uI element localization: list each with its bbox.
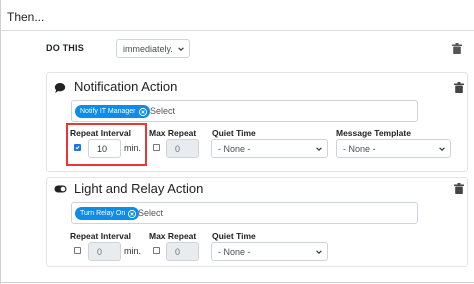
tag-select-placeholder: Select: [138, 208, 164, 218]
quiet-time-value: - None -: [218, 246, 251, 257]
bottom-edge: [0, 282, 474, 283]
light-relay-action-title: Light and Relay Action: [74, 181, 204, 196]
max-repeat-checkbox[interactable]: [153, 247, 160, 254]
chevron-down-icon: [439, 146, 445, 151]
light-relay-action-card: Light and Relay Action Turn Relay On Sel…: [46, 177, 468, 267]
max-repeat-input: 0: [166, 139, 199, 158]
do-this-value: immediately.: [123, 43, 173, 54]
chevron-down-icon: [178, 46, 184, 51]
repeat-interval-label: Repeat Interval: [70, 231, 131, 241]
max-repeat-input: 0: [166, 242, 199, 261]
message-template-value: - None -: [343, 143, 376, 154]
max-repeat-checkbox[interactable]: [153, 144, 160, 151]
relay-select[interactable]: Turn Relay On Select: [71, 202, 418, 224]
remove-tag-icon[interactable]: [138, 107, 147, 116]
message-template-label: Message Template: [336, 128, 411, 138]
comment-icon: [54, 83, 66, 93]
max-repeat-label: Max Repeat: [149, 128, 197, 138]
then-label: Then...: [7, 10, 45, 24]
top-divider: [0, 30, 474, 31]
tag-select-placeholder: Select: [150, 106, 176, 116]
max-repeat-value: 0: [175, 143, 181, 154]
quiet-time-select[interactable]: - None -: [211, 242, 328, 261]
left-edge: [0, 0, 1, 284]
repeat-interval-unit: min.: [124, 246, 142, 256]
chevron-down-icon: [316, 249, 322, 254]
do-this-label: DO THIS: [46, 43, 84, 53]
delete-light-relay-action-trash-icon[interactable]: [454, 183, 464, 194]
notify-it-manager-tag: Notify IT Manager: [75, 105, 150, 118]
message-template-select[interactable]: - None -: [336, 139, 451, 158]
max-repeat-label: Max Repeat: [149, 231, 197, 241]
repeat-interval-checkbox[interactable]: [74, 247, 81, 254]
delete-rule-trash-icon[interactable]: [452, 43, 462, 54]
delete-notification-action-trash-icon[interactable]: [454, 82, 464, 93]
max-repeat-value: 0: [175, 246, 181, 257]
quiet-time-label: Quiet Time: [212, 231, 256, 241]
chevron-down-icon: [316, 146, 322, 151]
toggle-icon: [54, 185, 67, 193]
remove-tag-icon[interactable]: [128, 209, 137, 218]
repeat-interval-highlight-box: [66, 123, 147, 166]
notification-recipient-select[interactable]: Notify IT Manager Select: [71, 100, 418, 122]
quiet-time-label: Quiet Time: [212, 128, 256, 138]
quiet-time-value: - None -: [218, 143, 251, 154]
repeat-interval-input: 0: [88, 242, 121, 261]
tag-label: Notify IT Manager: [80, 108, 136, 115]
repeat-interval-value: 0: [97, 246, 103, 257]
quiet-time-select[interactable]: - None -: [211, 139, 328, 158]
turn-relay-on-tag: Turn Relay On: [75, 207, 140, 220]
notification-action-title: Notification Action: [74, 79, 178, 94]
tag-label: Turn Relay On: [80, 210, 126, 217]
do-this-select[interactable]: immediately.: [116, 39, 190, 58]
